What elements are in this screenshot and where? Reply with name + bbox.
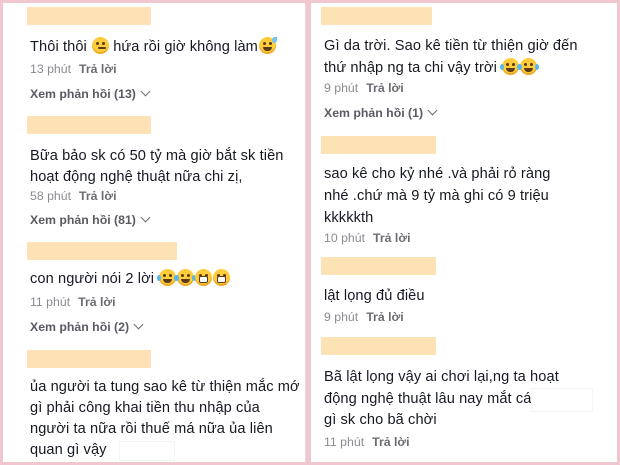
comment-time: 11 phút	[324, 435, 365, 449]
comments-panel-right: Gì da trời. Sao kê tiền từ thiện giờ đến…	[311, 3, 617, 462]
reply-button[interactable]: Trả lời	[78, 295, 115, 309]
grimacing-emoji-icon	[195, 269, 213, 286]
comment-time: 9 phút	[324, 81, 359, 95]
comment-time: 10 phút	[324, 231, 366, 245]
reply-button[interactable]: Trả lời	[366, 81, 403, 95]
redacted-text	[531, 388, 593, 412]
comment-text: hoạt động nghệ thuật nữa chi zị,	[30, 169, 243, 185]
view-replies-label: Xem phản hồi (13)	[30, 87, 136, 101]
chevron-down-icon	[140, 212, 151, 223]
comment-text: thứ nhập ng ta chi vậy trời	[324, 56, 540, 80]
tears-of-joy-emoji-icon	[175, 269, 197, 286]
comment-meta: 9 phút Trả lời	[324, 80, 404, 96]
comment-meta: 58 phút Trả lời	[30, 188, 116, 204]
tears-of-joy-emoji-icon	[518, 58, 540, 75]
reply-button[interactable]: Trả lời	[373, 231, 410, 245]
tears-of-joy-emoji-icon	[157, 269, 179, 286]
comment-meta: 13 phút Trả lời	[30, 61, 116, 77]
view-replies-label: Xem phản hồi (2)	[30, 320, 130, 334]
chevron-down-icon	[427, 105, 438, 116]
comment-text: nhé .chứ mà 9 tỷ mà ghi có 9 triệu	[324, 188, 549, 204]
chevron-down-icon	[133, 319, 144, 330]
view-replies-label: Xem phản hồi (81)	[30, 213, 136, 227]
comment-text: Bã lật lọng vậy ai chơi lại,ng ta hoạt	[324, 369, 559, 385]
comment-text: con người nói 2 lời	[30, 267, 231, 291]
comment-time: 9 phút	[324, 310, 359, 324]
view-replies-button[interactable]: Xem phản hồi (13)	[30, 86, 151, 102]
comment-meta: 11 phút Trả lời	[324, 434, 410, 450]
view-replies-label: Xem phản hồi (1)	[324, 106, 424, 120]
comment-text: Thôi thôi hứa rồi giờ không làm	[30, 35, 277, 59]
redacted-username	[321, 337, 436, 355]
redacted-username	[321, 7, 432, 25]
comment-meta: 9 phút Trả lời	[324, 309, 404, 325]
redacted-text	[119, 441, 175, 461]
comment-time: 13 phút	[30, 62, 72, 76]
comment-meta: 10 phút Trả lời	[324, 230, 410, 246]
redacted-username	[321, 257, 436, 275]
reply-button[interactable]: Trả lời	[79, 189, 116, 203]
comment-time: 58 phút	[30, 189, 72, 203]
view-replies-button[interactable]: Xem phản hồi (81)	[30, 212, 151, 228]
comments-panel-left: Thôi thôi hứa rồi giờ không làm 13 phút T…	[3, 3, 306, 462]
comment-text: Gì da trời. Sao kê tiền từ thiện giờ đến	[324, 38, 578, 54]
grimacing-emoji-icon	[213, 269, 231, 286]
tears-of-joy-emoji-icon	[500, 58, 522, 75]
reply-button[interactable]: Trả lời	[372, 435, 409, 449]
comment-text: quan gì vậy	[30, 442, 107, 458]
redacted-username	[321, 136, 436, 154]
comment-meta: 11 phút Trả lời	[30, 294, 116, 310]
comment-text: lật lọng đủ điều	[324, 288, 425, 304]
comment-text: kkkkkth	[324, 210, 374, 226]
reply-button[interactable]: Trả lời	[366, 310, 403, 324]
comment-text: gì sk cho bã chời	[324, 412, 437, 428]
redacted-username	[27, 242, 177, 260]
reply-button[interactable]: Trả lời	[79, 62, 116, 76]
comment-text: sao kê cho kỷ nhé .và phải rỏ ràng	[324, 166, 551, 182]
redacted-username	[27, 350, 151, 368]
grinning-sweat-emoji-icon	[258, 37, 277, 54]
view-replies-button[interactable]: Xem phản hồi (1)	[324, 105, 438, 121]
redacted-username	[27, 116, 151, 134]
smirk-emoji-icon	[92, 37, 110, 54]
chevron-down-icon	[140, 86, 151, 97]
redacted-username	[27, 7, 151, 25]
comment-time: 11 phút	[30, 295, 71, 309]
panel-divider	[305, 3, 306, 462]
view-replies-button[interactable]: Xem phản hồi (2)	[30, 319, 144, 335]
